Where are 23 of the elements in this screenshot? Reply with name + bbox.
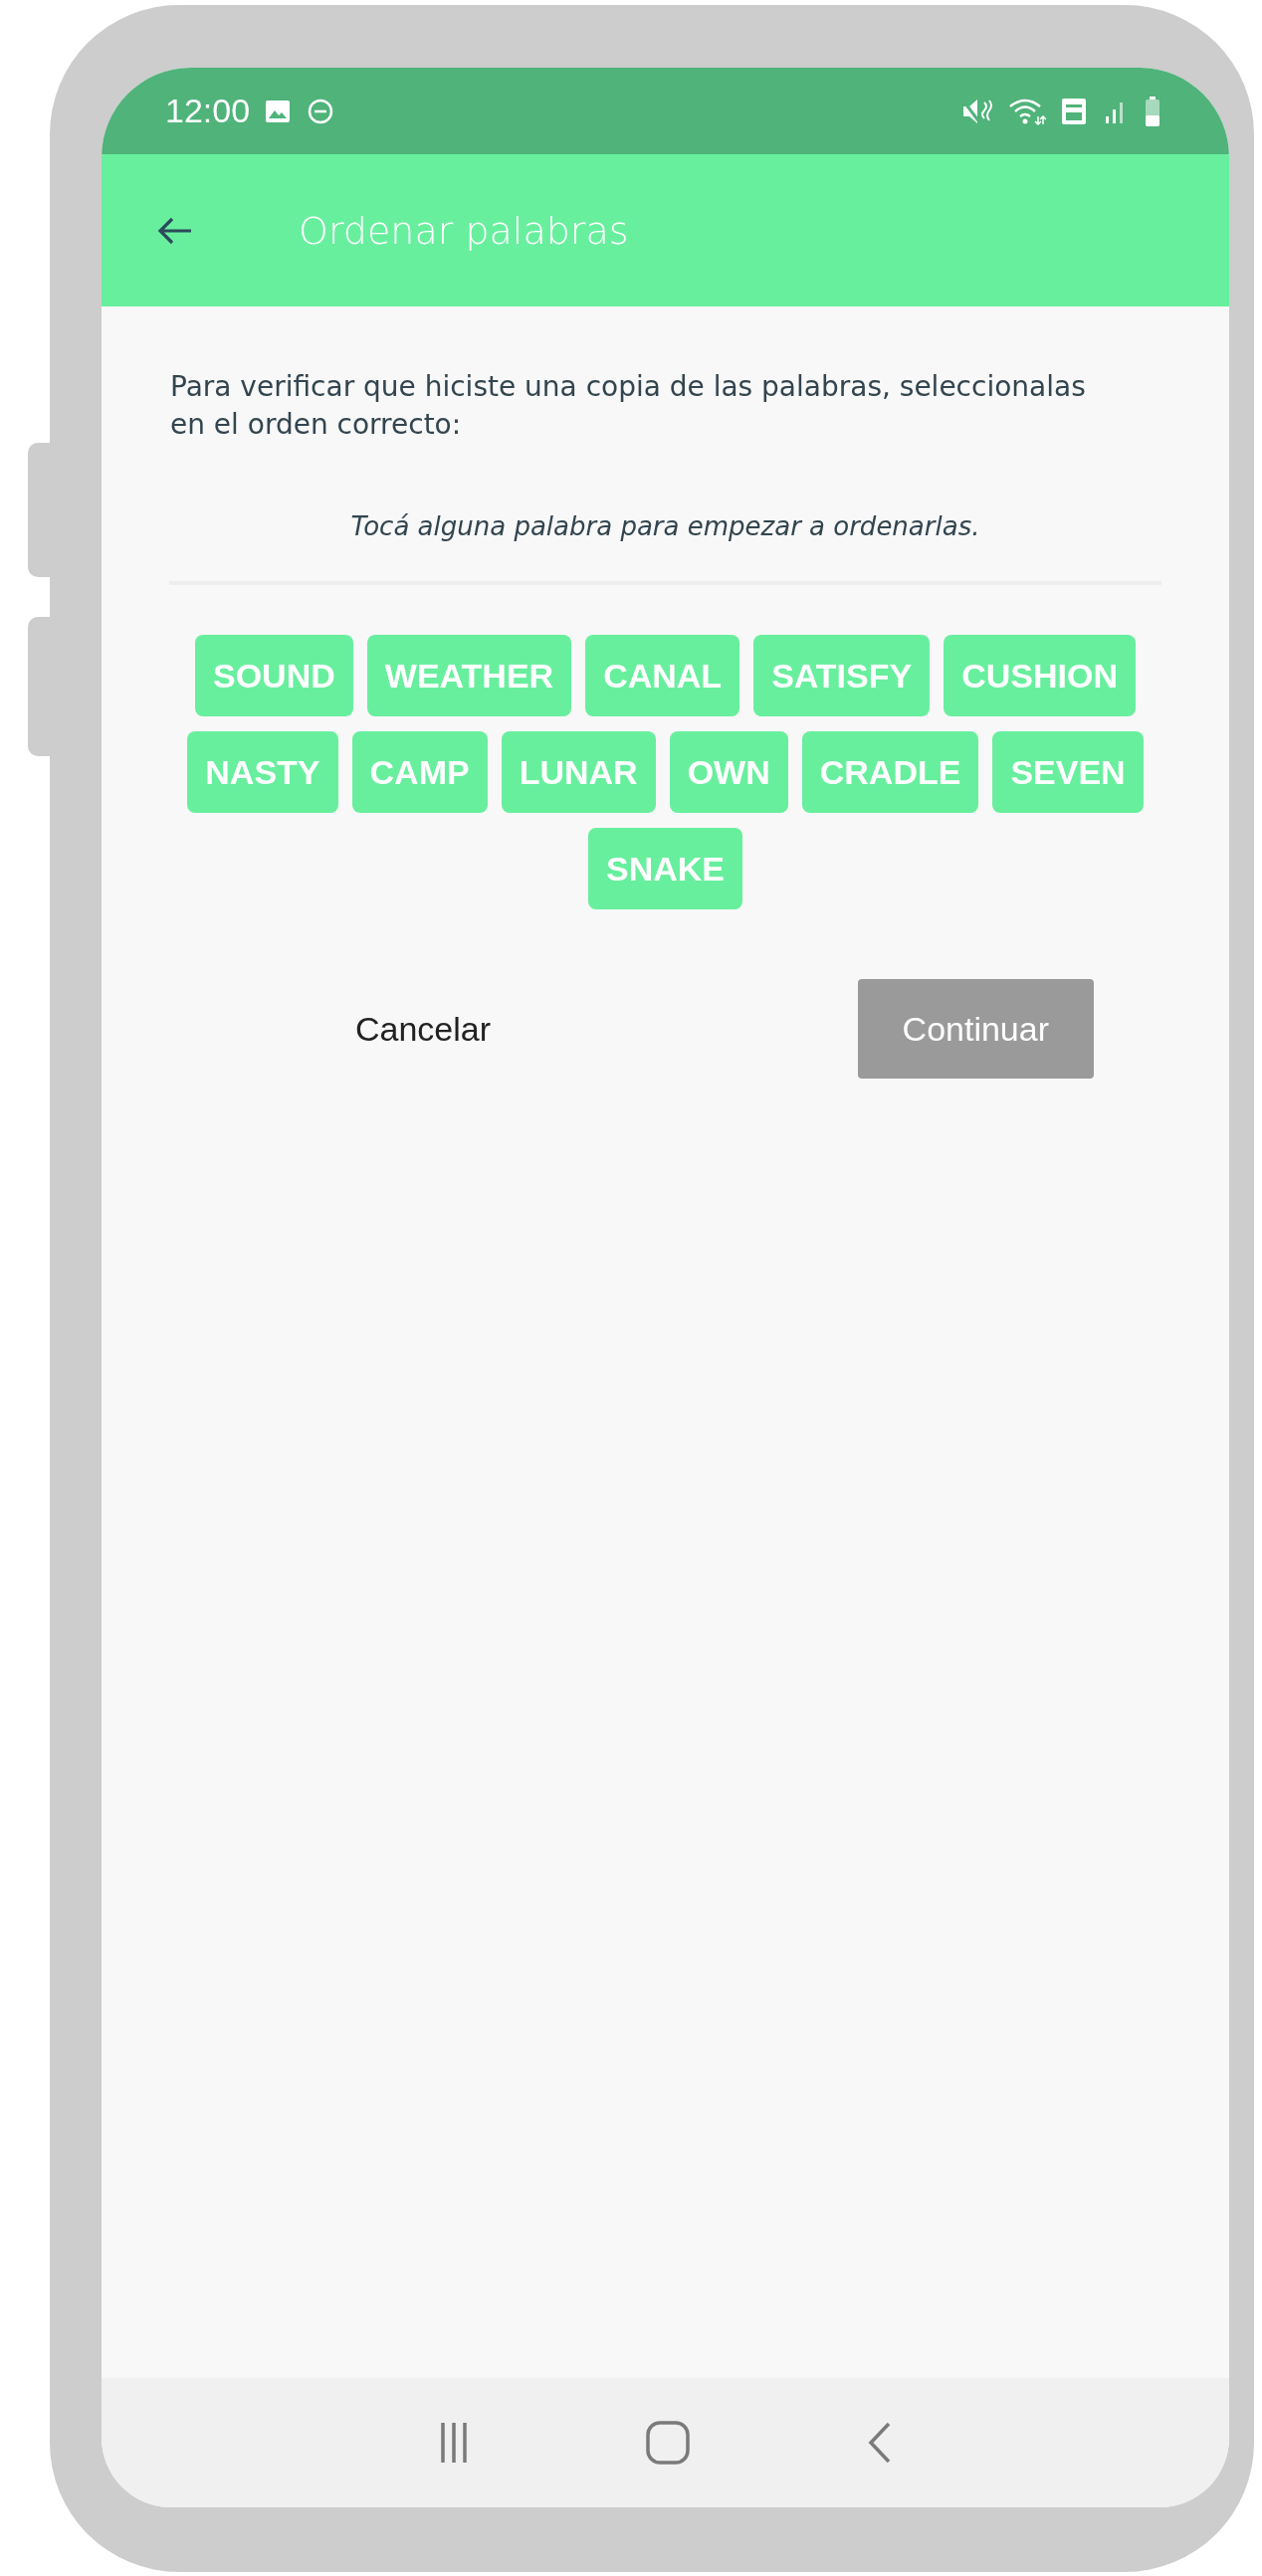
screen-title: Ordenar palabras [299,208,629,253]
word-chip[interactable]: WEATHER [366,635,572,716]
word-chip[interactable]: OWN [669,731,788,813]
word-chip[interactable]: CUSHION [944,635,1136,716]
word-chip[interactable]: CRADLE [801,731,979,813]
back-icon[interactable] [866,2421,893,2465]
word-chip[interactable]: SNAKE [588,828,742,909]
word-chip[interactable]: LUNAR [501,731,656,813]
hint-text: Tocá alguna palabra para empezar a ordenarlas. [349,511,981,541]
word-chip[interactable]: CAMP [351,731,488,813]
recent-apps-icon[interactable] [438,2421,469,2465]
word-chip[interactable]: SOUND [195,635,353,716]
instruction-text: Para verificar que hiciste una copia de las palabras, seleccionalas en el orden correcto: [170,369,1087,443]
word-chip[interactable]: NASTY [187,731,338,813]
battery-icon [1144,95,1161,127]
network-icon [1060,96,1088,126]
image-icon [264,98,293,124]
word-chip[interactable]: SEVEN [992,731,1144,813]
cancel-button[interactable]: Cancelar [311,979,536,1079]
home-icon[interactable] [644,2420,691,2466]
word-chip[interactable]: SATISFY [753,635,931,716]
status-time: 12:00 [165,92,251,130]
word-chip[interactable]: CANAL [585,635,740,716]
